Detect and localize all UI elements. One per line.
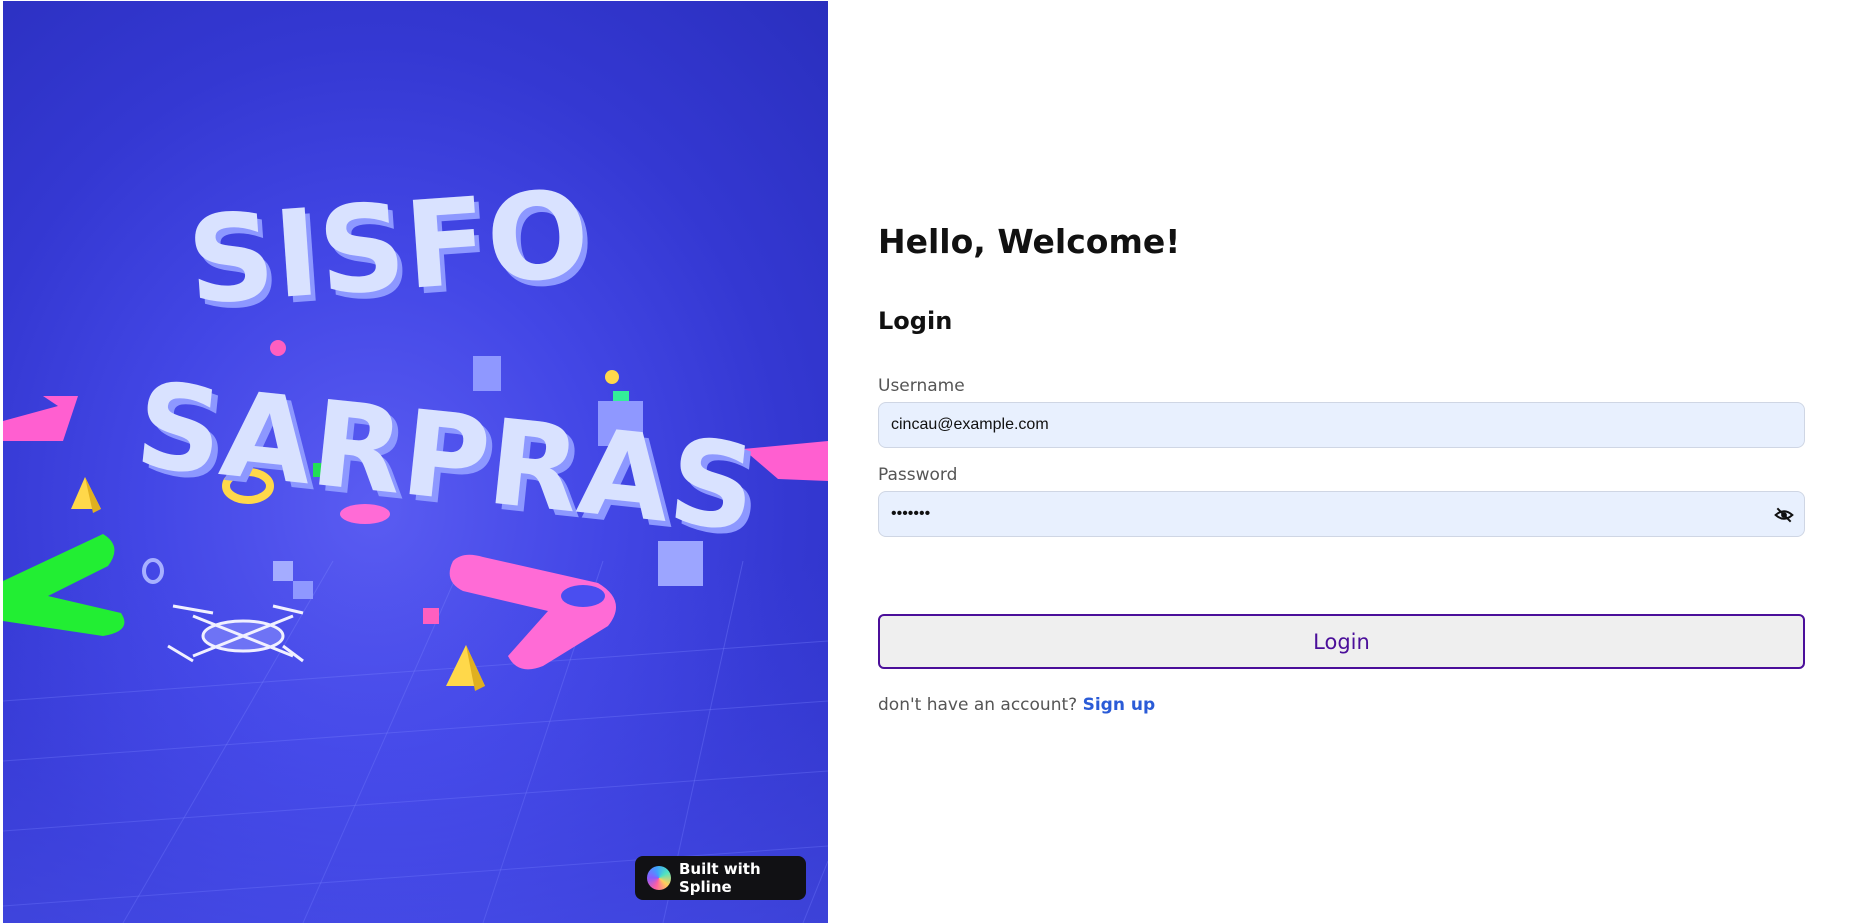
hero-scene: SISFO SISFO SARPRAS SARPRAS xyxy=(3,165,828,923)
username-input[interactable] xyxy=(879,403,1804,447)
login-page: SISFO SISFO SARPRAS SARPRAS Built with S… xyxy=(0,0,1855,923)
pink-arrow-shape xyxy=(3,396,78,441)
login-heading: Login xyxy=(878,307,953,335)
password-label: Password xyxy=(878,465,958,485)
built-with-spline-badge[interactable]: Built with Spline xyxy=(635,856,806,900)
hero-title: SISFO SISFO SARPRAS SARPRAS xyxy=(130,165,768,563)
built-with-spline-label: Built with Spline xyxy=(679,860,761,896)
spline-logo-icon xyxy=(647,866,671,890)
signup-prompt: don't have an account? xyxy=(878,695,1078,715)
password-input[interactable] xyxy=(879,492,1804,536)
greeting-title: Hello, Welcome! xyxy=(878,222,1181,261)
signup-link[interactable]: Sign up xyxy=(1083,695,1156,715)
username-label: Username xyxy=(878,376,965,396)
hero-illustration: SISFO SISFO SARPRAS SARPRAS Built with S… xyxy=(3,1,828,923)
username-field-box xyxy=(878,402,1805,448)
eye-off-icon[interactable] xyxy=(1774,505,1794,525)
login-button[interactable]: Login xyxy=(878,614,1805,669)
password-field-box xyxy=(878,491,1805,537)
hero-title-line1: SISFO xyxy=(183,165,593,332)
login-form: Hello, Welcome! Login Username Password … xyxy=(878,0,1805,923)
signup-row: don't have an account? Sign up xyxy=(878,695,1155,715)
